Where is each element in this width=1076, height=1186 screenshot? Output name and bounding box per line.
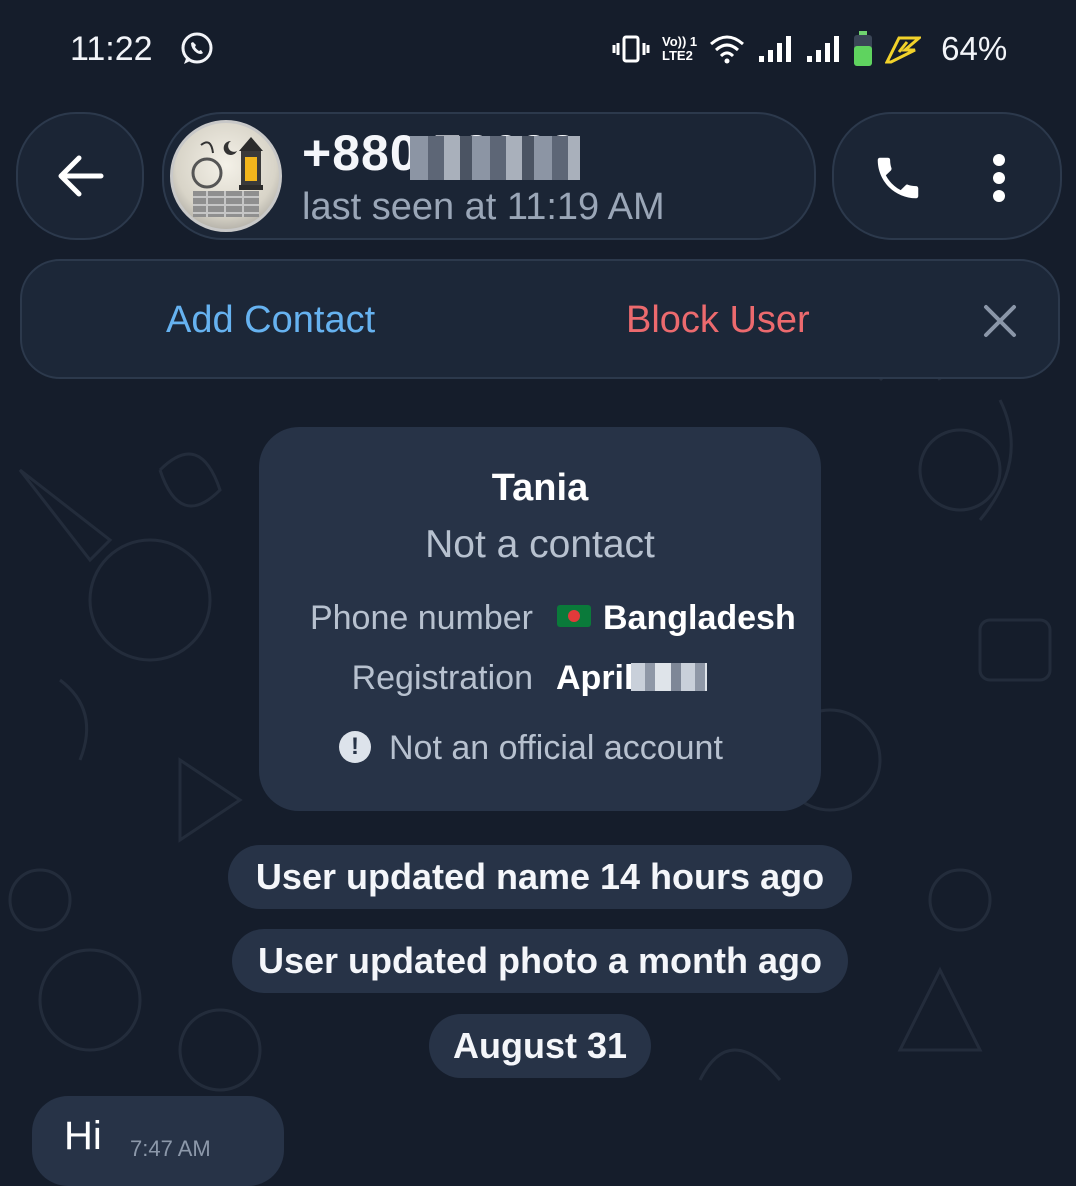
registration-label: Registration [351,659,533,697]
phone-number-value: Bangladesh [603,599,796,637]
redacted-year [631,663,707,691]
date-separator: August 31 [429,1014,651,1078]
contact-info-card: Tania Not a contact Phone number Banglad… [259,427,821,811]
official-account-note: Not an official account [389,729,723,767]
avatar[interactable] [170,120,282,232]
service-message-name-updated: User updated name 14 hours ago [228,845,852,909]
status-time: 11:22 [70,30,153,68]
volte-bottom-label: LTE2 [662,48,693,63]
info-card-subtitle: Not a contact [425,523,655,566]
chat-header[interactable]: +880 78628 last seen at 11:19 AM [162,112,816,240]
registration-value: April [556,659,634,697]
phone-icon [877,157,919,199]
contact-action-bar: Add Contact Block User [20,259,1060,379]
status-icons: Vo)) 1 LTE2 64% [612,30,1007,68]
header-actions [832,112,1062,240]
message-text: Hi [64,1114,102,1158]
exclamation-icon: ! [339,731,371,763]
add-contact-button[interactable]: Add Contact [166,299,375,342]
phone-number-label: Phone number [309,599,533,637]
service-message-photo-updated: User updated photo a month ago [232,929,848,993]
signal-icon [807,36,840,62]
battery-percentage: 64% [941,30,1008,67]
more-vert-icon [993,154,1005,202]
lantern-avatar-image [191,137,263,217]
close-icon[interactable] [980,301,1020,341]
incoming-message[interactable]: Hi 7:47 AM [32,1096,284,1186]
wifi-icon [710,35,745,64]
back-button[interactable] [16,112,144,240]
more-options-button[interactable] [974,148,1024,208]
charging-icon [885,36,922,64]
call-button[interactable] [868,148,928,208]
bangladesh-flag-icon [557,605,591,627]
whatsapp-icon [178,30,216,73]
last-seen-status: last seen at 11:19 AM [302,186,665,228]
message-time: 7:47 AM [130,1136,211,1161]
block-user-button[interactable]: Block User [626,299,810,342]
battery-icon [854,31,873,66]
back-arrow-icon [58,155,104,197]
vibrate-icon [612,35,650,63]
signal-icon [759,36,792,62]
info-card-name: Tania [491,467,589,509]
status-bar: 11:22 Vo)) 1 LTE2 64% [0,0,1076,100]
volte-icon: Vo)) 1 LTE2 [662,35,697,63]
volte-top-label: Vo)) 1 [662,34,698,49]
redacted-number [410,136,580,180]
